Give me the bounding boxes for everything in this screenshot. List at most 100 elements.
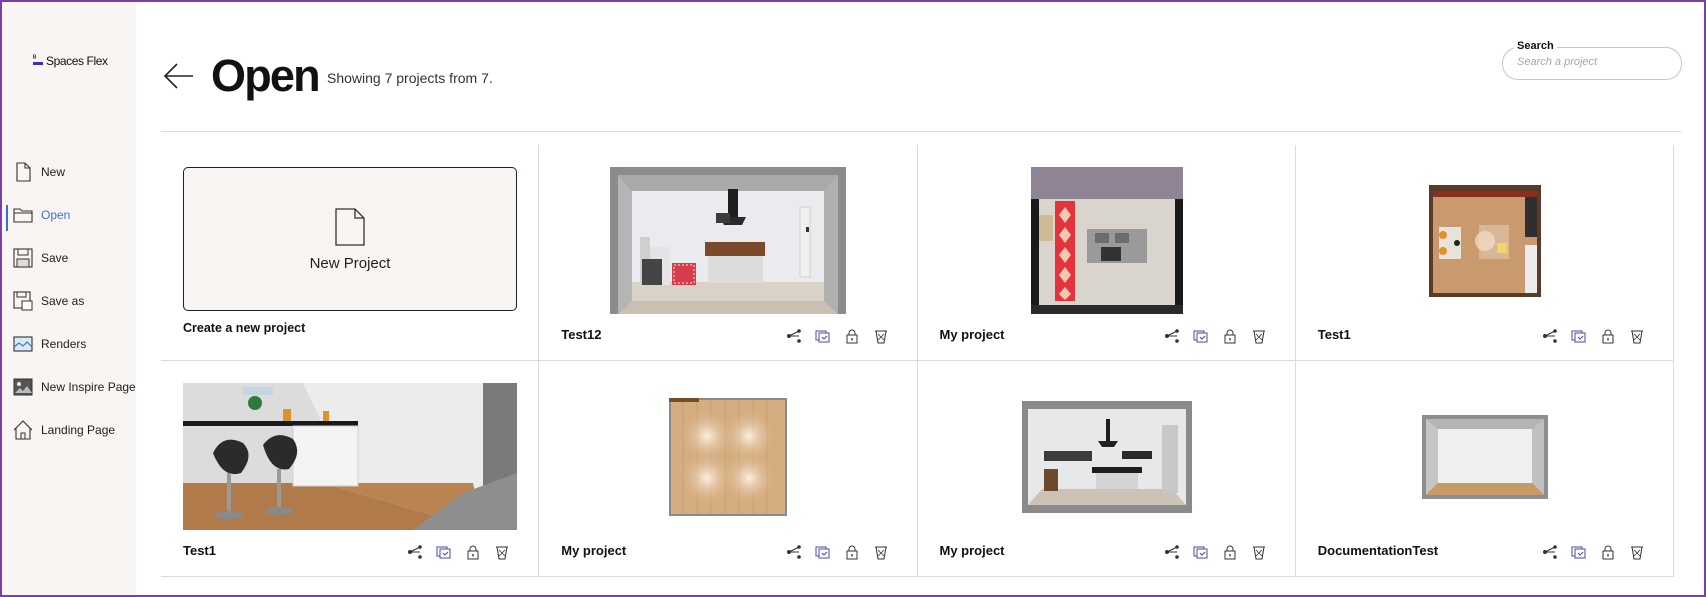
kitchen-topdown-image	[1030, 167, 1183, 314]
logo-text: Spaces Flex	[46, 54, 108, 68]
lock-icon[interactable]	[1598, 543, 1618, 561]
delete-icon[interactable]	[1249, 327, 1269, 345]
project-actions	[1540, 543, 1647, 561]
project-name: My project	[939, 327, 1005, 342]
sidebar-item-label: Save as	[41, 293, 85, 308]
sidebar-item-label: New	[41, 164, 66, 179]
arrow-left-icon	[163, 63, 193, 89]
folder-icon	[12, 204, 34, 226]
empty-floor-image	[669, 397, 788, 516]
project-thumbnail[interactable]	[940, 167, 1274, 314]
project-thumbnail[interactable]	[561, 167, 895, 314]
project-card[interactable]: My project	[539, 361, 918, 577]
project-card[interactable]: DocumentationTest	[1295, 361, 1674, 577]
delete-icon[interactable]	[492, 543, 512, 561]
share-icon[interactable]	[1540, 327, 1560, 345]
sidebar-item-open[interactable]: Open	[2, 193, 136, 236]
dining-topdown-image	[1428, 184, 1541, 297]
project-actions	[405, 543, 512, 561]
share-icon[interactable]	[784, 327, 804, 345]
project-name: My project	[561, 543, 627, 558]
project-card[interactable]: Test1	[1295, 145, 1674, 361]
sidebar-item-label: Landing Page	[41, 422, 116, 437]
delete-icon[interactable]	[871, 327, 891, 345]
project-actions	[784, 543, 891, 561]
sidebar-nav: New Open Save Save as Renders New Inspir…	[2, 150, 136, 451]
sidebar-item-save[interactable]: Save	[2, 236, 136, 279]
create-project-caption: Create a new project	[183, 321, 306, 335]
project-actions	[1162, 327, 1269, 345]
duplicate-icon[interactable]	[813, 543, 833, 561]
lock-icon[interactable]	[1220, 327, 1240, 345]
sidebar: ᴮ Spaces Flex New Open Save Save as Rend…	[2, 2, 136, 595]
page-title: Open	[211, 50, 321, 101]
duplicate-icon[interactable]	[1569, 543, 1589, 561]
project-name: DocumentationTest	[1317, 543, 1439, 558]
project-count: Showing 7 projects from 7.	[327, 70, 493, 86]
sidebar-item-label: New Inspire Page	[41, 379, 136, 394]
new-project-button[interactable]: New Project	[183, 167, 517, 311]
duplicate-icon[interactable]	[1191, 327, 1211, 345]
share-icon[interactable]	[1162, 327, 1182, 345]
home-icon	[12, 419, 34, 441]
save-as-icon	[12, 290, 34, 312]
file-icon	[335, 207, 365, 246]
lock-icon[interactable]	[842, 543, 862, 561]
lock-icon[interactable]	[1598, 327, 1618, 345]
floppy-icon	[12, 247, 34, 269]
project-name: Test12	[561, 327, 602, 342]
project-card[interactable]: My project	[917, 361, 1296, 577]
project-thumbnail[interactable]	[1318, 167, 1652, 314]
bar-stools-image	[183, 383, 517, 530]
lock-icon[interactable]	[842, 327, 862, 345]
project-card[interactable]: My project	[917, 145, 1296, 361]
lock-icon[interactable]	[463, 543, 483, 561]
project-thumbnail[interactable]	[183, 383, 517, 530]
project-name: Test1	[183, 543, 216, 558]
sidebar-item-new-inspire-page[interactable]: New Inspire Page	[2, 365, 136, 408]
image-icon	[12, 376, 34, 398]
empty-room-image	[1421, 414, 1548, 499]
sidebar-item-label: Open	[41, 207, 71, 222]
share-icon[interactable]	[784, 543, 804, 561]
logo-mark-icon: ᴮ	[32, 55, 44, 67]
sidebar-item-landing-page[interactable]: Landing Page	[2, 408, 136, 451]
project-thumbnail[interactable]	[561, 383, 895, 530]
lock-icon[interactable]	[1220, 543, 1240, 561]
duplicate-icon[interactable]	[1569, 327, 1589, 345]
kitchen-perspective-image	[610, 167, 847, 314]
back-button[interactable]	[163, 60, 195, 92]
project-card[interactable]: Test1	[161, 361, 540, 577]
search-input[interactable]	[1517, 56, 1667, 68]
share-icon[interactable]	[1540, 543, 1560, 561]
delete-icon[interactable]	[1249, 543, 1269, 561]
share-icon[interactable]	[405, 543, 425, 561]
render-icon	[12, 333, 34, 355]
sidebar-item-label: Renders	[41, 336, 87, 351]
sidebar-item-save-as[interactable]: Save as	[2, 279, 136, 322]
kitchen-front-image	[1021, 400, 1192, 513]
share-icon[interactable]	[1162, 543, 1182, 561]
sidebar-item-renders[interactable]: Renders	[2, 322, 136, 365]
sidebar-item-new[interactable]: New	[2, 150, 136, 193]
header-divider	[161, 131, 1681, 132]
logo-mark-letter: ᴮ	[33, 55, 36, 62]
duplicate-icon[interactable]	[434, 543, 454, 561]
project-card[interactable]: Test12	[539, 145, 918, 361]
project-grid: New Project Create a new project Test12 …	[161, 145, 1674, 577]
project-actions	[1540, 327, 1647, 345]
project-name: My project	[939, 543, 1005, 558]
new-project-label: New Project	[309, 254, 391, 272]
app-logo[interactable]: ᴮ Spaces Flex	[32, 54, 108, 68]
file-icon	[12, 161, 34, 183]
project-name: Test1	[1317, 327, 1351, 342]
project-actions	[784, 327, 891, 345]
project-thumbnail[interactable]	[1318, 383, 1652, 530]
delete-icon[interactable]	[871, 543, 891, 561]
delete-icon[interactable]	[1627, 327, 1647, 345]
duplicate-icon[interactable]	[1191, 543, 1211, 561]
duplicate-icon[interactable]	[813, 327, 833, 345]
project-thumbnail[interactable]	[940, 383, 1274, 530]
delete-icon[interactable]	[1627, 543, 1647, 561]
sidebar-item-label: Save	[41, 250, 69, 265]
